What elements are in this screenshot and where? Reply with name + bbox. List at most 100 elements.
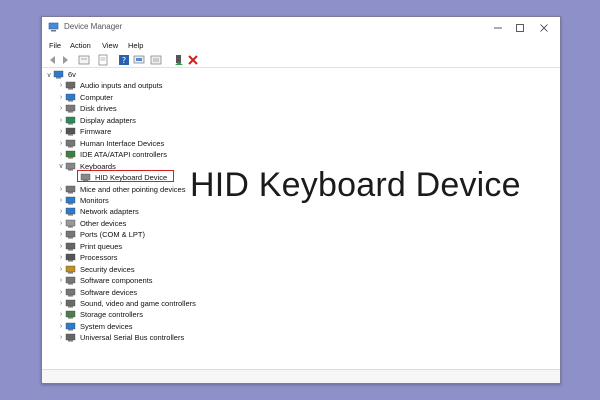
chevron-right-icon[interactable]: ›: [57, 186, 65, 193]
chevron-right-icon[interactable]: ›: [57, 323, 65, 330]
tree-item[interactable]: › Audio inputs and outputs: [57, 80, 163, 91]
monitor-icon: [65, 93, 76, 102]
tree-item-label: Universal Serial Bus controllers: [80, 333, 185, 343]
tree-item[interactable]: › Network adapters: [57, 206, 139, 217]
maximize-button[interactable]: [512, 20, 528, 36]
chevron-right-icon[interactable]: ›: [57, 117, 65, 124]
tree-item-label: Storage controllers: [80, 310, 143, 320]
chevron-down-icon[interactable]: ∨: [45, 71, 53, 79]
tree-item-label: Mice and other pointing devices: [80, 184, 186, 194]
chevron-right-icon[interactable]: ›: [57, 220, 65, 227]
forward-arrow-icon[interactable]: [59, 54, 71, 66]
tree-item[interactable]: › System devices: [57, 321, 133, 332]
tree-item[interactable]: › Storage controllers: [57, 309, 143, 320]
computer-icon: [53, 70, 64, 79]
chevron-down-icon[interactable]: ∨: [57, 162, 65, 170]
device-manager-app-icon: [48, 22, 59, 32]
chevron-right-icon[interactable]: ›: [57, 300, 65, 307]
tree-item-label: Software devices: [80, 287, 138, 297]
update-driver-icon[interactable]: [133, 54, 145, 66]
component-icon: [65, 288, 76, 297]
tree-item[interactable]: › Print queues: [57, 241, 122, 252]
view-icon[interactable]: [78, 54, 90, 66]
tree-item[interactable]: › Ports (COM & LPT): [57, 229, 145, 240]
close-icon: [540, 24, 548, 32]
maximize-icon: [516, 24, 524, 32]
tree-item[interactable]: › Universal Serial Bus controllers: [57, 332, 184, 343]
svg-text:?: ?: [122, 56, 126, 65]
security-icon: [65, 265, 76, 274]
properties-icon[interactable]: [97, 54, 109, 66]
chevron-right-icon[interactable]: ›: [57, 94, 65, 101]
speaker-icon: [65, 299, 76, 308]
tree-item[interactable]: › Sound, video and game controllers: [57, 298, 196, 309]
chevron-right-icon[interactable]: ›: [57, 231, 65, 238]
chevron-right-icon[interactable]: ›: [57, 82, 65, 89]
callout-label: HID Keyboard Device: [190, 166, 521, 204]
tree-item[interactable]: › Monitors: [57, 195, 109, 206]
tree-item[interactable]: › Disk drives: [57, 103, 117, 114]
window-title: Device Manager: [64, 22, 123, 31]
chevron-right-icon[interactable]: ›: [57, 128, 65, 135]
help-icon[interactable]: ?: [118, 54, 130, 66]
menu-action[interactable]: Action: [70, 41, 91, 50]
tree-item[interactable]: › Software devices: [57, 287, 137, 298]
tree-item[interactable]: › Firmware: [57, 126, 111, 137]
tree-item-label: Other devices: [80, 218, 127, 228]
chevron-right-icon[interactable]: ›: [57, 266, 65, 273]
tree-item[interactable]: › Computer: [57, 92, 113, 103]
minimize-button[interactable]: [490, 20, 506, 36]
chevron-right-icon[interactable]: ›: [57, 289, 65, 296]
tree-root[interactable]: ∨ 6v: [45, 69, 75, 80]
chevron-right-icon[interactable]: ›: [57, 140, 65, 147]
menu-bar: File Action View Help: [42, 39, 560, 53]
uninstall-device-icon[interactable]: [187, 54, 199, 66]
back-arrow-icon[interactable]: [47, 54, 59, 66]
tree-item-label: Disk drives: [80, 104, 117, 114]
tree-item[interactable]: › Human Interface Devices: [57, 138, 164, 149]
chevron-right-icon[interactable]: ›: [57, 208, 65, 215]
close-button[interactable]: [536, 20, 552, 36]
speaker-icon: [65, 82, 76, 90]
chevron-right-icon[interactable]: ›: [57, 243, 65, 250]
scan-hardware-icon[interactable]: [150, 54, 162, 66]
chip-icon: [65, 128, 76, 136]
chevron-right-icon[interactable]: ›: [57, 197, 65, 204]
storage-icon: [65, 311, 76, 319]
tree-item-label: Print queues: [80, 241, 123, 251]
keyboard-icon: [65, 162, 76, 171]
tree-item-label: Computer: [80, 92, 113, 102]
tree-item[interactable]: › Display adapters: [57, 115, 136, 126]
chevron-right-icon[interactable]: ›: [57, 151, 65, 158]
menu-file[interactable]: File: [49, 41, 61, 50]
chevron-right-icon[interactable]: ›: [57, 277, 65, 284]
tree-item[interactable]: › Software components: [57, 275, 153, 286]
menu-help[interactable]: Help: [128, 41, 143, 50]
chevron-right-icon[interactable]: ›: [57, 334, 65, 341]
title-bar[interactable]: Device Manager: [42, 17, 560, 39]
tree-item-label: Sound, video and game controllers: [80, 299, 196, 308]
chevron-right-icon[interactable]: ›: [57, 105, 65, 112]
mouse-icon: [65, 185, 76, 193]
status-bar: [42, 369, 560, 383]
usb-icon: [65, 334, 76, 342]
tree-item-label: Display adapters: [80, 115, 136, 125]
device-tree: ∨ 6v › Audio inputs and outputs › Computer › Di…: [42, 69, 560, 365]
minimize-icon: [494, 27, 502, 29]
tree-item-label: Audio inputs and outputs: [80, 81, 163, 91]
tree-item-label: Software components: [80, 276, 153, 286]
tree-item[interactable]: › Security devices: [57, 264, 135, 275]
tree-item-label: System devices: [80, 321, 133, 331]
tree-item[interactable]: › Mice and other pointing devices: [57, 184, 186, 195]
highlight-box: [77, 170, 174, 183]
chevron-right-icon[interactable]: ›: [57, 311, 65, 318]
hid-icon: [65, 139, 76, 148]
menu-view[interactable]: View: [102, 41, 118, 50]
monitor-icon: [65, 196, 76, 205]
chevron-right-icon[interactable]: ›: [57, 254, 65, 261]
tree-item[interactable]: › IDE ATA/ATAPI controllers: [57, 149, 167, 160]
tree-item-label: IDE ATA/ATAPI controllers: [80, 150, 167, 160]
enable-device-icon[interactable]: [173, 54, 185, 66]
tree-item[interactable]: › Other devices: [57, 218, 126, 229]
tree-item[interactable]: › Processors: [57, 252, 118, 263]
